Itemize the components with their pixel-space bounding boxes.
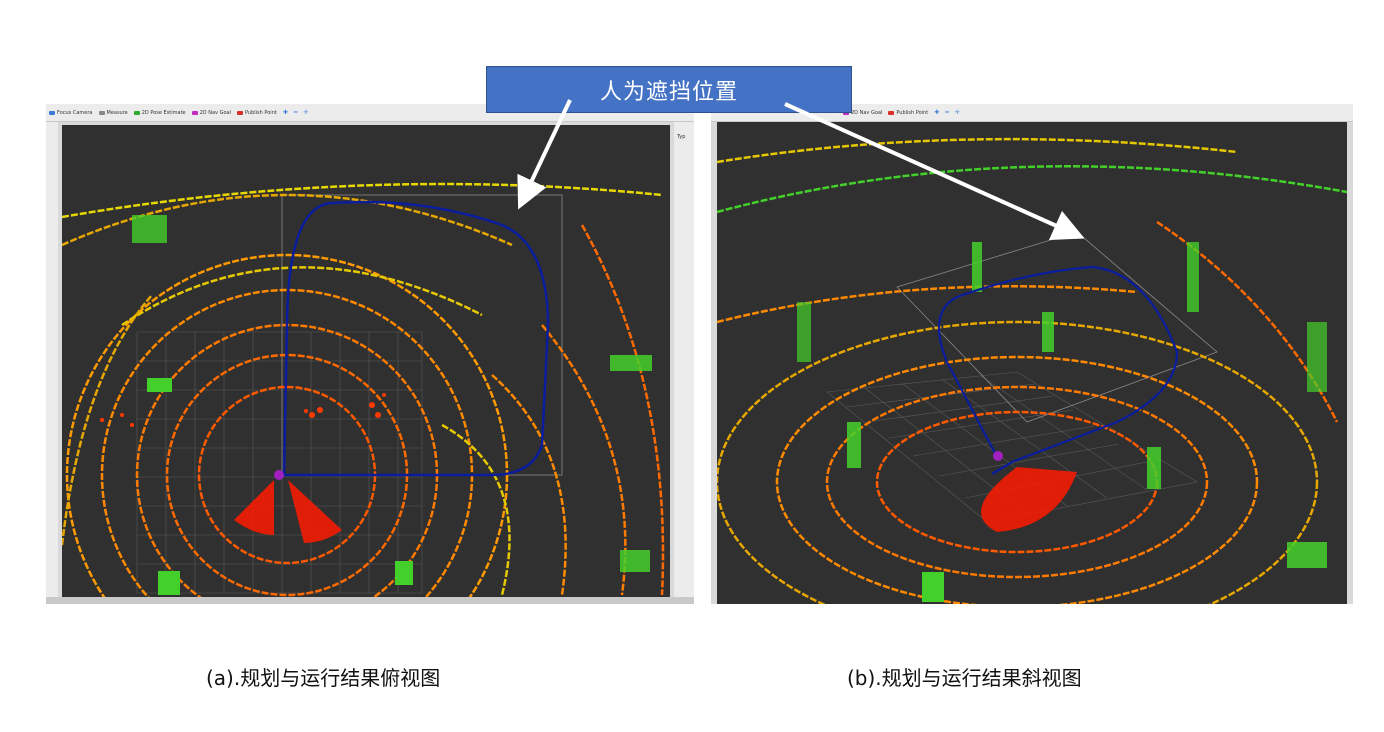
3d-viewport-oblique[interactable] (717, 122, 1347, 604)
rviz-panel-oblique-view: 2D Nav Goal Publish Point ✚ ━ ✛ (711, 104, 1353, 604)
expand-icon[interactable]: ✛ (955, 109, 960, 116)
toolbar-publish-point-button[interactable]: Publish Point (237, 110, 277, 116)
toolbar-publish-point-button[interactable]: Publish Point (888, 110, 928, 116)
right-dock-bar: Typ (674, 122, 694, 598)
plus-icon[interactable]: ✚ (283, 109, 288, 116)
publish-point-icon (888, 110, 895, 115)
toolbar-label: 2D Pose Estimate (141, 109, 186, 116)
toolbar-focus-camera-button[interactable]: Focus Camera (49, 110, 93, 116)
toolbar-nav-goal-button[interactable]: 2D Nav Goal (191, 109, 231, 116)
scattered-points (100, 393, 386, 427)
toolbar-label: Publish Point (896, 109, 929, 116)
robot-marker (993, 451, 1003, 461)
plus-icon[interactable]: ✚ (934, 109, 939, 116)
point-cloud-oblique-view (717, 137, 1347, 604)
obstacle-clusters (132, 215, 652, 595)
toolbar-measure-button[interactable]: Measure (98, 109, 128, 116)
minus-icon[interactable]: ━ (945, 109, 949, 116)
caption-top-view: (a).规划与运行结果俯视图 (206, 666, 441, 690)
minus-icon[interactable]: ━ (294, 109, 298, 116)
toolbar-label: Publish Point (245, 109, 277, 116)
expand-icon[interactable]: ✛ (303, 109, 308, 116)
local-scan-fan (234, 480, 342, 543)
focus-camera-icon (49, 110, 55, 115)
toolbar-pose-estimate-button[interactable]: 2D Pose Estimate (133, 109, 186, 116)
occlusion-callout-box: 人为遮挡位置 (486, 66, 852, 113)
status-bar (46, 597, 694, 604)
measure-icon (98, 110, 105, 115)
left-dock-bar (46, 122, 58, 598)
local-scan-fan (981, 467, 1077, 532)
publish-point-icon (237, 110, 243, 115)
point-cloud-top-view (62, 182, 665, 597)
rviz-panel-top-view: Focus Camera Measure 2D Pose Estimate 2D Na… (46, 104, 694, 604)
toolbar-label: 2D Nav Goal (851, 109, 883, 116)
nav-goal-icon (191, 110, 198, 115)
caption-oblique-view: (b).规划与运行结果斜视图 (847, 666, 1082, 690)
planned-path (937, 265, 1179, 475)
type-label: Typ (677, 134, 686, 140)
laser-scan-arcs (717, 137, 1347, 604)
robot-marker (274, 470, 284, 480)
toolbar-label: 2D Nav Goal (199, 109, 231, 116)
toolbar-label: Focus Camera (57, 109, 93, 116)
pose-estimate-icon (133, 110, 140, 115)
3d-viewport-top[interactable] (62, 125, 670, 597)
toolbar-label: Measure (106, 109, 128, 116)
